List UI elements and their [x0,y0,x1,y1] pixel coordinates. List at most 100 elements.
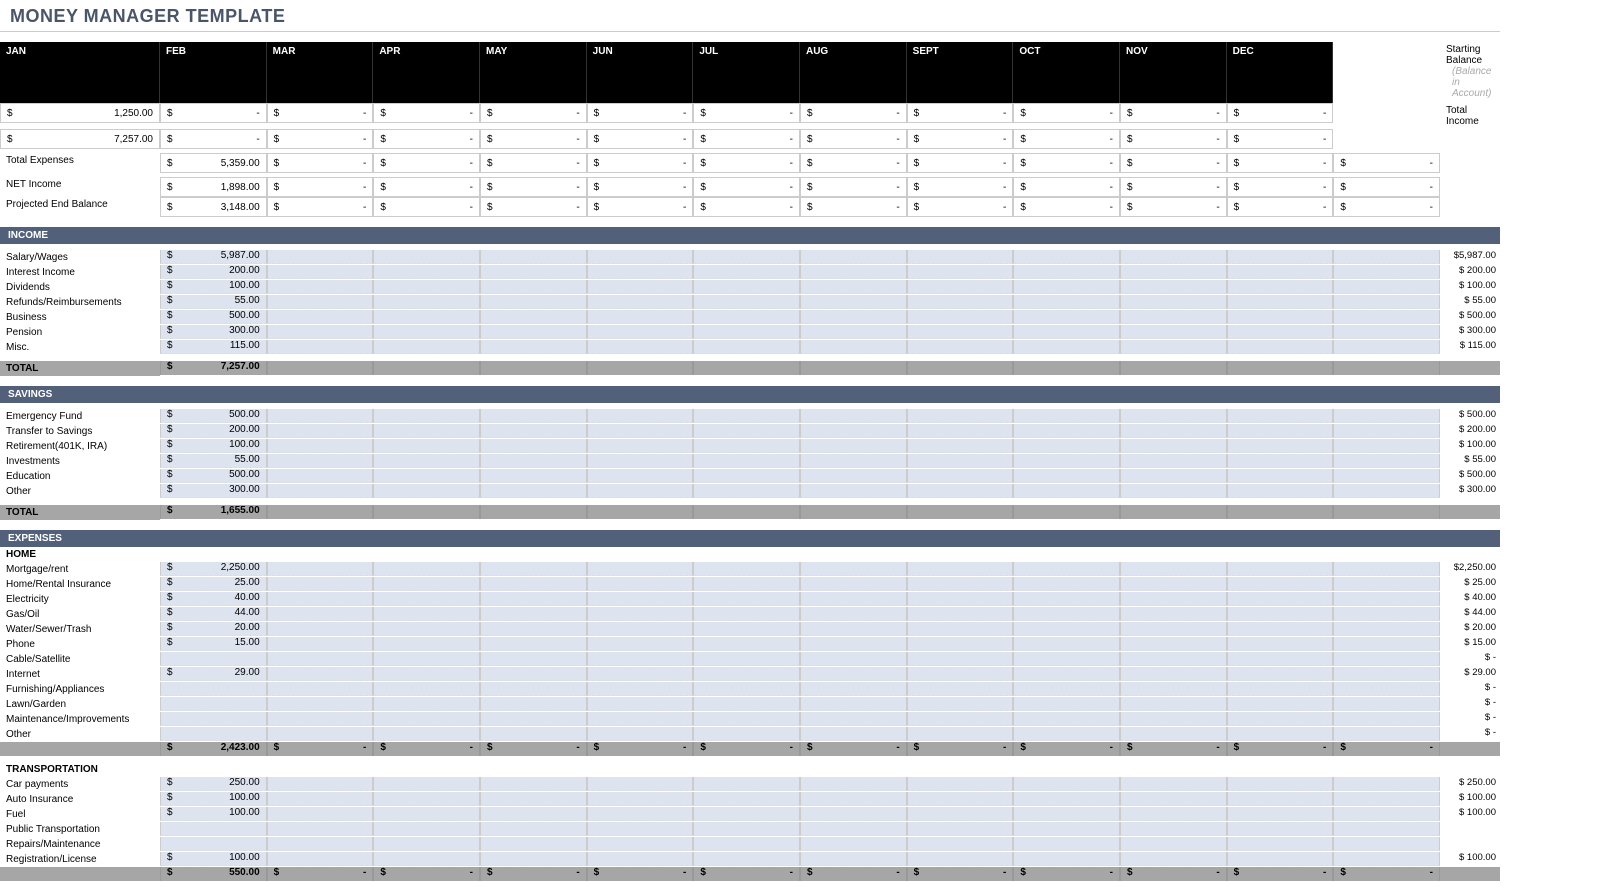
data-cell[interactable]: $500.00 [160,469,267,483]
data-cell[interactable] [373,250,480,264]
data-cell[interactable] [1120,577,1227,591]
summary-cell[interactable]: $- [480,129,587,149]
summary-cell[interactable]: $- [373,197,480,217]
summary-cell[interactable]: $3,148.00 [160,197,267,217]
data-cell[interactable] [1227,822,1334,836]
data-cell[interactable] [1333,265,1440,279]
data-cell[interactable] [693,822,800,836]
data-cell[interactable] [480,439,587,453]
data-cell[interactable] [800,712,907,726]
data-cell[interactable] [160,652,267,666]
data-cell[interactable] [693,607,800,621]
data-cell[interactable] [1013,697,1120,711]
summary-cell[interactable]: $- [1013,153,1120,173]
summary-cell[interactable]: $- [693,197,800,217]
data-cell[interactable] [800,837,907,851]
data-cell[interactable] [373,607,480,621]
data-cell[interactable] [693,592,800,606]
data-cell[interactable] [1013,667,1120,681]
data-cell[interactable] [587,454,694,468]
data-cell[interactable] [1013,409,1120,423]
data-cell[interactable] [1120,295,1227,309]
data-cell[interactable] [1227,280,1334,294]
data-cell[interactable] [480,712,587,726]
data-cell[interactable] [800,310,907,324]
data-cell[interactable] [907,424,1014,438]
data-cell[interactable] [267,484,374,498]
data-cell[interactable] [1333,622,1440,636]
data-cell[interactable] [1227,727,1334,741]
data-cell[interactable] [480,777,587,791]
data-cell[interactable] [1120,409,1227,423]
data-cell[interactable] [267,652,374,666]
data-cell[interactable] [693,807,800,821]
data-cell[interactable] [373,792,480,806]
summary-cell[interactable]: $- [907,129,1014,149]
summary-cell[interactable]: $- [587,153,694,173]
data-cell[interactable] [1013,469,1120,483]
data-cell[interactable] [1013,822,1120,836]
summary-cell[interactable]: $- [800,177,907,197]
data-cell[interactable] [267,852,374,866]
data-cell[interactable]: $200.00 [160,265,267,279]
data-cell[interactable] [373,469,480,483]
data-cell[interactable] [480,807,587,821]
data-cell[interactable] [160,837,267,851]
summary-cell[interactable]: $- [800,153,907,173]
data-cell[interactable] [1013,682,1120,696]
data-cell[interactable] [267,340,374,354]
data-cell[interactable] [693,454,800,468]
data-cell[interactable]: $55.00 [160,454,267,468]
data-cell[interactable] [267,682,374,696]
data-cell[interactable] [1227,667,1334,681]
data-cell[interactable] [693,469,800,483]
data-cell[interactable] [1120,682,1227,696]
data-cell[interactable] [1013,652,1120,666]
data-cell[interactable] [1333,484,1440,498]
data-cell[interactable] [800,424,907,438]
data-cell[interactable] [907,667,1014,681]
data-cell[interactable] [907,682,1014,696]
data-cell[interactable] [267,837,374,851]
data-cell[interactable] [1333,577,1440,591]
data-cell[interactable] [907,577,1014,591]
data-cell[interactable] [1227,792,1334,806]
data-cell[interactable] [1333,807,1440,821]
data-cell[interactable] [1227,652,1334,666]
summary-cell[interactable]: $5,359.00 [160,153,267,173]
data-cell[interactable] [1013,712,1120,726]
data-cell[interactable] [267,280,374,294]
data-cell[interactable] [373,712,480,726]
data-cell[interactable] [1120,837,1227,851]
data-cell[interactable] [373,439,480,453]
data-cell[interactable]: $500.00 [160,409,267,423]
data-cell[interactable] [907,607,1014,621]
data-cell[interactable] [480,697,587,711]
data-cell[interactable] [587,852,694,866]
data-cell[interactable] [1333,607,1440,621]
data-cell[interactable] [373,697,480,711]
data-cell[interactable] [1013,295,1120,309]
data-cell[interactable] [373,667,480,681]
data-cell[interactable] [800,852,907,866]
data-cell[interactable] [693,409,800,423]
data-cell[interactable] [267,250,374,264]
data-cell[interactable] [267,697,374,711]
summary-cell[interactable]: $- [1227,153,1334,173]
summary-cell[interactable]: $- [160,103,267,123]
data-cell[interactable] [1227,424,1334,438]
data-cell[interactable] [800,577,907,591]
data-cell[interactable] [587,577,694,591]
summary-cell[interactable]: $- [1333,177,1440,197]
data-cell[interactable] [800,562,907,576]
data-cell[interactable] [693,310,800,324]
data-cell[interactable] [693,250,800,264]
data-cell[interactable] [1120,592,1227,606]
summary-cell[interactable]: $- [480,153,587,173]
data-cell[interactable] [693,727,800,741]
data-cell[interactable] [907,807,1014,821]
data-cell[interactable] [480,822,587,836]
data-cell[interactable] [1013,727,1120,741]
data-cell[interactable] [1227,484,1334,498]
data-cell[interactable] [480,577,587,591]
